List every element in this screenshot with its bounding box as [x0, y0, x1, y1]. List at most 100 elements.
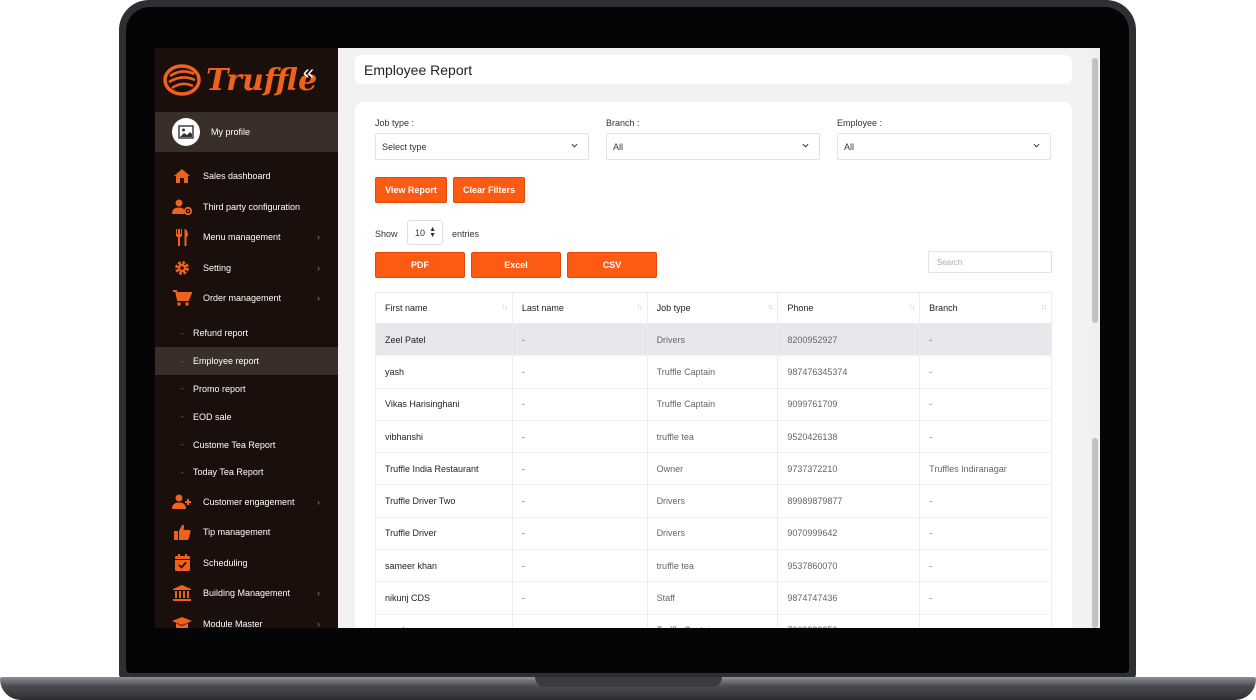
sidebar-item-menu-management[interactable]: Menu management ›: [155, 222, 338, 253]
column-header-phone[interactable]: Phone ↑↓: [777, 292, 921, 324]
my-profile[interactable]: My profile: [155, 112, 338, 152]
cell-first-name: meet: [375, 614, 513, 628]
sidebar-item-label: Tip management: [203, 527, 271, 538]
table-row[interactable]: meet - Truffle Captain 7069333256 -: [375, 614, 1052, 628]
sub-item-eod-sale[interactable]: - EOD sale: [155, 403, 338, 431]
employee-label: Employee :: [837, 118, 883, 128]
user-gear-icon: [172, 197, 192, 217]
sidebar-menu: Sales dashboard Third party configuratio…: [155, 161, 338, 628]
cell-branch: -: [919, 420, 1052, 454]
column-header-job-type[interactable]: Job type ↑↓: [646, 292, 779, 324]
cell-last-name: -: [511, 517, 648, 551]
table-row[interactable]: nikunj CDS - Staff 9874747436 -: [375, 581, 1052, 615]
cell-branch: -: [919, 388, 1052, 421]
cell-job-type: Truffle Captain: [646, 388, 779, 421]
job-type-select[interactable]: Select type: [375, 133, 589, 160]
cell-first-name: Truffle Driver Two: [375, 484, 513, 518]
sub-item-employee-report[interactable]: - Employee report: [155, 347, 338, 376]
thumbs-up-icon: [172, 522, 192, 542]
sort-icon: ↑↓: [1041, 304, 1047, 311]
sub-item-promo-report[interactable]: - Promo report: [155, 375, 338, 403]
sub-item-label: Today Tea Report: [193, 467, 264, 478]
sidebar-item-tip-management[interactable]: Tip management: [155, 517, 338, 548]
excel-export-button[interactable]: Excel: [471, 252, 561, 278]
laptop-notch: [535, 677, 722, 687]
column-header-branch[interactable]: Branch ↑↓: [919, 292, 1052, 324]
cell-branch: -: [919, 614, 1052, 628]
chevron-right-icon: ›: [317, 232, 320, 243]
sidebar-item-label: Setting: [203, 262, 232, 273]
sidebar-item-setting[interactable]: Setting ›: [155, 253, 338, 284]
cell-first-name: Vikas Harisinghani: [375, 388, 513, 421]
cell-branch: -: [919, 517, 1052, 551]
cell-job-type: truffle tea: [646, 549, 779, 583]
collapse-sidebar-icon[interactable]: «: [303, 62, 314, 85]
cell-first-name: Zeel Patel: [375, 323, 513, 357]
csv-export-button[interactable]: CSV: [567, 252, 657, 278]
sub-item-refund-report[interactable]: - Refund report: [155, 320, 338, 348]
cell-first-name: Truffle India Restaurant: [375, 452, 513, 486]
report-card: Job type : Select type Branch : All Empl…: [355, 102, 1072, 628]
sub-item-custome-tea-report[interactable]: - Custome Tea Report: [155, 431, 338, 459]
branch-select[interactable]: All: [606, 133, 820, 160]
sidebar-item-sales-dashboard[interactable]: Sales dashboard: [155, 161, 338, 192]
cell-job-type: Drivers: [646, 323, 779, 357]
clear-filters-button[interactable]: Clear Filters: [453, 177, 525, 203]
screen: Truffle « My profile Sales dashboard Thi…: [155, 48, 1100, 628]
header-label: Branch: [929, 303, 958, 313]
cell-phone: 9070999642: [777, 517, 921, 551]
sidebar-item-scheduling[interactable]: Scheduling: [155, 547, 338, 578]
chevron-right-icon: ›: [317, 496, 320, 507]
sidebar-item-building-management[interactable]: Building Management ›: [155, 578, 338, 609]
table-row[interactable]: Vikas Harisinghani - Truffle Captain 909…: [375, 388, 1052, 421]
table-header-row: First name ↑↓ Last name ↑↓ Job type ↑↓ Phon…: [375, 292, 1052, 324]
sidebar-item-module-master[interactable]: Module Master ›: [155, 608, 338, 628]
truffle-logo-icon: [163, 64, 201, 96]
brand-name: Truffle: [206, 62, 318, 98]
chevron-right-icon: ›: [317, 293, 320, 304]
sub-dash: -: [181, 412, 184, 422]
pdf-export-button[interactable]: PDF: [375, 252, 465, 278]
table-row[interactable]: yash - Truffle Captain 987476345374 -: [375, 355, 1052, 389]
cell-job-type: Truffle Captain: [646, 614, 779, 628]
home-icon: [172, 166, 192, 186]
sidebar-item-customer-engagement[interactable]: Customer engagement ›: [155, 486, 338, 517]
job-type-label: Job type :: [375, 118, 415, 128]
sidebar-item-order-management[interactable]: Order management ›: [155, 283, 338, 314]
cell-phone: 9537860070: [777, 549, 921, 583]
calendar-icon: [172, 553, 192, 573]
table-row[interactable]: Truffle India Restaurant - Owner 9737372…: [375, 452, 1052, 486]
table-row[interactable]: Truffle Driver Two - Drivers 89989879877…: [375, 484, 1052, 518]
sub-dash: -: [181, 384, 184, 394]
utensils-icon: [172, 227, 192, 247]
employee-select[interactable]: All: [837, 133, 1051, 160]
sort-icon: ↑↓: [501, 304, 508, 311]
table-row[interactable]: vibhanshi - truffle tea 9520426138 -: [375, 420, 1052, 454]
view-report-button[interactable]: View Report: [375, 177, 447, 203]
search-placeholder: Search: [937, 257, 963, 267]
scrollbar-thumb[interactable]: [1092, 58, 1098, 323]
building-icon: [172, 583, 192, 603]
sub-item-today-tea-report[interactable]: - Today Tea Report: [155, 458, 338, 486]
table-row[interactable]: Zeel Patel - Drivers 8200952927 -: [375, 323, 1052, 357]
entries-select[interactable]: 10 ▲ ▼: [407, 220, 443, 245]
cell-last-name: -: [511, 420, 648, 454]
profile-label: My profile: [211, 127, 251, 137]
table-row[interactable]: sameer khan - truffle tea 9537860070 -: [375, 549, 1052, 583]
cell-job-type: Truffle Captain: [646, 355, 779, 389]
job-type-value: Select type: [382, 141, 427, 152]
table-row[interactable]: Truffle Driver - Drivers 9070999642 -: [375, 517, 1052, 551]
cell-phone: 8200952927: [777, 323, 921, 357]
column-header-first-name[interactable]: First name ↑↓: [375, 292, 513, 324]
sidebar-item-third-party-configuration[interactable]: Third party configuration: [155, 192, 338, 223]
cell-job-type: Drivers: [646, 484, 779, 518]
cart-icon: [172, 288, 192, 308]
scrollbar-thumb-lower[interactable]: [1092, 438, 1098, 628]
cell-last-name: -: [511, 323, 648, 357]
image-placeholder-icon: [178, 125, 194, 139]
search-input[interactable]: Search: [928, 251, 1052, 273]
chevron-down-icon: [802, 143, 809, 148]
employee-table: First name ↑↓ Last name ↑↓ Job type ↑↓ Phon…: [375, 292, 1052, 628]
show-label: Show: [375, 229, 398, 239]
column-header-last-name[interactable]: Last name ↑↓: [511, 292, 648, 324]
